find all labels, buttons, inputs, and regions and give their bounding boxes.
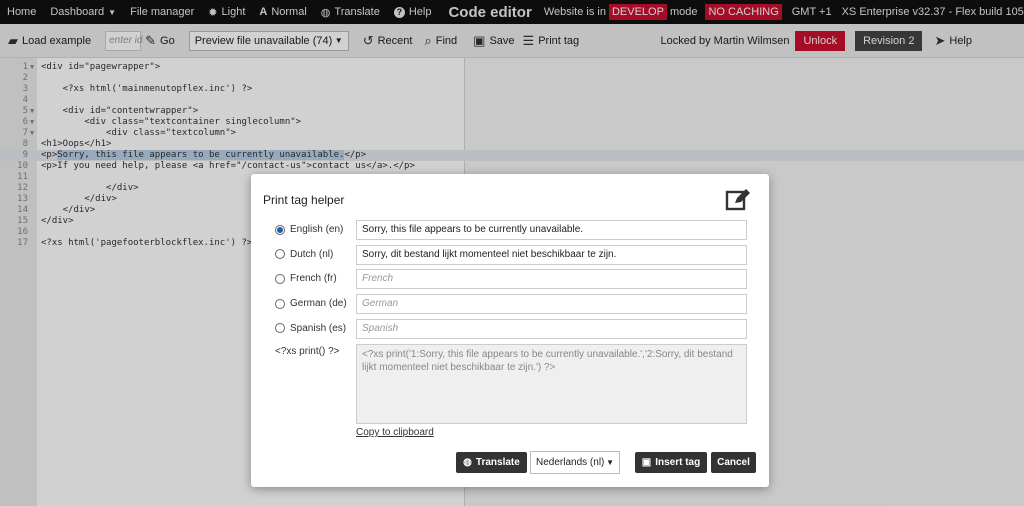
insert-tag-button[interactable]: ▣ Insert tag: [635, 452, 707, 473]
radio-button[interactable]: [275, 323, 285, 334]
language-radio[interactable]: German (de): [275, 298, 347, 309]
dialog-title: Print tag helper: [263, 193, 345, 207]
floppy-disk-icon: ▣: [641, 457, 652, 468]
translation-input[interactable]: French: [356, 269, 747, 290]
translation-input[interactable]: Sorry, dit bestand lijkt momenteel niet …: [356, 244, 747, 265]
cancel-button[interactable]: Cancel: [711, 452, 756, 473]
language-radio[interactable]: French (fr): [275, 273, 337, 284]
radio-button[interactable]: [275, 298, 285, 309]
print-tag-helper-dialog: Print tag helper English (en) Sorry, this…: [251, 174, 769, 487]
translation-input[interactable]: German: [356, 294, 747, 315]
language-label: Spanish (es): [290, 322, 347, 334]
edit-icon: [725, 189, 750, 211]
language-label: English (en): [290, 224, 344, 235]
radio-button[interactable]: [275, 249, 285, 260]
copy-to-clipboard-link[interactable]: Copy to clipboard: [356, 427, 434, 438]
radio-button[interactable]: [275, 224, 285, 235]
language-label: French (fr): [290, 273, 337, 285]
language-label: German (de): [290, 298, 347, 310]
globe-icon: ◍: [463, 457, 472, 468]
language-radio[interactable]: Spanish (es): [275, 323, 346, 334]
radio-button[interactable]: [275, 273, 285, 284]
translation-input[interactable]: Sorry, this file appears to be currently…: [356, 220, 747, 240]
print-output-textarea[interactable]: <?xs print('1:Sorry, this file appears t…: [356, 344, 747, 424]
language-radio[interactable]: English (en): [275, 224, 343, 235]
language-label: Dutch (nl): [290, 248, 334, 260]
translate-button[interactable]: ◍ Translate: [456, 452, 527, 473]
language-radio[interactable]: Dutch (nl): [275, 249, 333, 260]
translation-input[interactable]: Spanish: [356, 318, 747, 339]
chevron-down-icon: ▼: [606, 458, 614, 467]
print-label: <?xs print() ?>: [275, 346, 340, 357]
target-language-select[interactable]: Nederlands (nl) ▼: [530, 451, 620, 474]
